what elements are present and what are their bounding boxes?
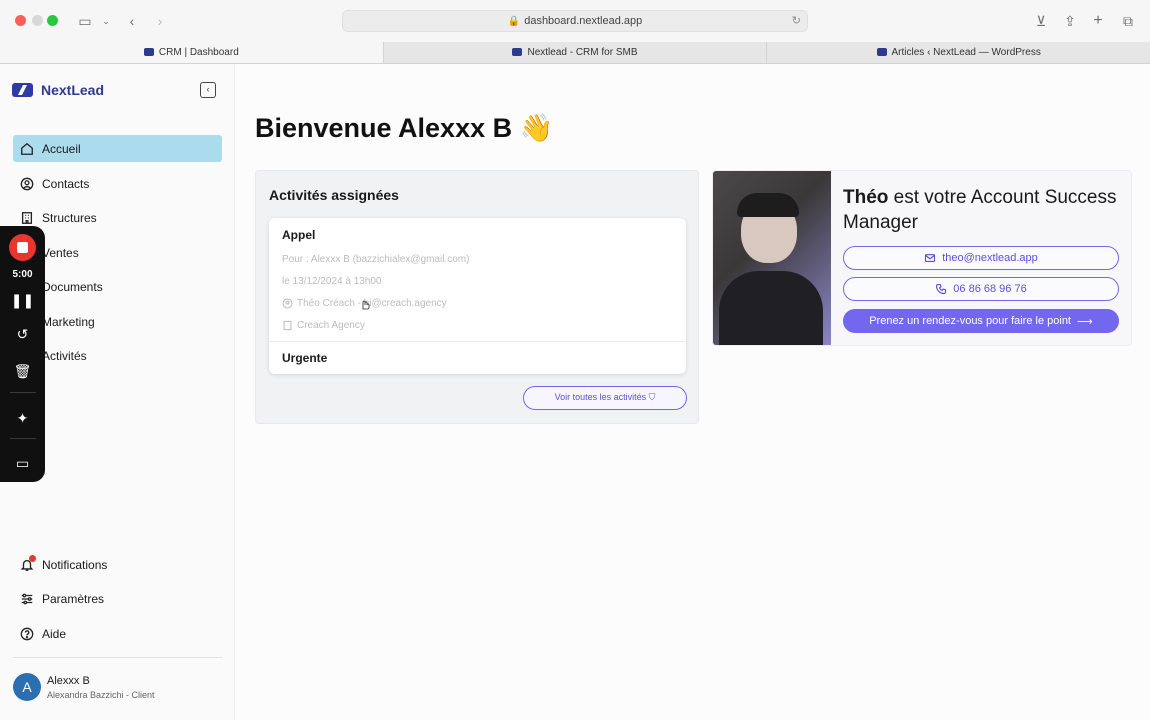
arrow-right-icon: ⟶ <box>1077 315 1093 328</box>
sidebar-item-notifications[interactable]: Notifications <box>13 551 222 578</box>
building-icon <box>283 320 292 331</box>
manager-name: Théo <box>843 187 889 208</box>
sidebar-item-accueil[interactable]: Accueil <box>13 135 222 162</box>
recording-timer: 5:00 <box>12 269 33 280</box>
favicon-icon <box>512 48 523 56</box>
card-title: Activités assignées <box>269 187 399 203</box>
sidebar-item-label: Paramètres <box>42 591 105 606</box>
effects-icon[interactable]: ✦ <box>0 410 45 427</box>
phone-icon <box>936 283 947 295</box>
sidebar-item-structures[interactable]: Structures <box>13 204 222 231</box>
avatar[interactable]: A <box>13 673 41 701</box>
building-icon <box>20 211 34 225</box>
sidebar-item-label: Documents <box>42 279 103 294</box>
camera-icon[interactable]: ▭ <box>0 455 45 472</box>
recorder-divider <box>10 392 36 393</box>
account-manager-card: Théo est votre Account Success Manager t… <box>712 170 1132 346</box>
user-circle-icon <box>20 177 34 191</box>
mail-icon <box>925 254 936 262</box>
page-title: Bienvenue Alexxx B 👋 <box>255 113 554 143</box>
tab-overview-icon[interactable]: ⧉ <box>1118 11 1138 31</box>
sidebar-item-contacts[interactable]: Contacts <box>13 170 222 197</box>
notification-badge <box>29 555 36 562</box>
manager-phone: 06 86 68 96 76 <box>953 283 1027 295</box>
sidebar-item-label: Accueil <box>42 141 81 156</box>
user-name[interactable]: Alexxx B <box>47 675 90 687</box>
address-bar[interactable]: 🔒 dashboard.nextlead.app ↻ <box>342 10 808 32</box>
manager-phone-button[interactable]: 06 86 68 96 76 <box>843 277 1119 301</box>
sidebar-item-label: Aide <box>42 626 67 641</box>
activity-company-text: Creach Agency <box>297 320 365 331</box>
photo-body-shape <box>719 271 823 345</box>
favicon-icon <box>143 48 154 56</box>
trash-icon[interactable]: 🗑 <box>0 363 45 380</box>
browser-tab-nextlead[interactable]: Nextlead - CRM for SMB <box>384 42 768 63</box>
button-label: Voir toutes les activités <box>554 392 647 402</box>
reload-icon[interactable]: ↻ <box>792 11 801 31</box>
nextlead-logo-icon <box>12 83 33 97</box>
tab-label: Articles ‹ NextLead — WordPress <box>891 47 1041 58</box>
sidebar-item-parametres[interactable]: Paramètres <box>13 585 222 612</box>
photo-cap-shape <box>737 193 799 217</box>
user-circle-icon <box>282 298 293 309</box>
browser-tab-wordpress[interactable]: Articles ‹ NextLead — WordPress <box>767 42 1150 63</box>
brand-name: NextLead <box>41 82 105 98</box>
sliders-icon <box>20 592 34 606</box>
activity-company[interactable]: Creach Agency <box>282 320 365 331</box>
sidebar-divider <box>13 657 222 658</box>
back-icon[interactable]: ‹ <box>122 11 142 31</box>
forward-icon[interactable]: › <box>150 11 170 31</box>
browser-tabbar: CRM | Dashboard Nextlead - CRM for SMB A… <box>0 42 1150 64</box>
sidebar-toggle-icon[interactable]: ▭ <box>75 11 95 31</box>
home-icon <box>20 142 34 156</box>
sidebar-item-label: Activités <box>42 348 87 363</box>
user-subtitle: Alexandra Bazzichi - Client <box>47 690 155 700</box>
sidebar-item-label: Notifications <box>42 557 108 572</box>
manager-heading: Théo est votre Account Success Manager <box>843 185 1123 235</box>
activity-priority[interactable]: Urgente <box>282 351 327 365</box>
button-label: Prenez un rendez-vous pour faire le poin… <box>869 315 1071 327</box>
tab-label: Nextlead - CRM for SMB <box>527 47 638 58</box>
download-icon[interactable]: ⊻ <box>1031 11 1051 31</box>
assigned-activities-card: Activités assignées Appel Pour : Alexxx … <box>255 170 699 424</box>
view-all-activities-button[interactable]: Voir toutes les activités ⛉ <box>523 386 687 410</box>
hand-cursor-icon <box>362 300 370 310</box>
share-icon[interactable]: ⇪ <box>1060 11 1080 31</box>
recorder-divider <box>10 438 36 439</box>
pause-icon[interactable]: ❚❚ <box>0 292 45 309</box>
new-tab-icon[interactable]: + <box>1088 11 1108 31</box>
sidebar-item-label: Marketing <box>42 314 95 329</box>
handshake-icon: ⛉ <box>648 392 656 402</box>
restart-icon[interactable]: ↺ <box>0 326 45 343</box>
browser-titlebar: ▭ ⌄ ‹ › 🔒 dashboard.nextlead.app ↻ ⊻ ⇪ + … <box>0 0 1150 42</box>
activity-divider <box>269 341 686 342</box>
maximize-window-button[interactable] <box>47 15 58 26</box>
close-window-button[interactable] <box>15 15 26 26</box>
screen-recorder-toolbar: 5:00 ❚❚ ↺ 🗑 ✦ ▭ <box>0 226 45 482</box>
activity-type[interactable]: Appel <box>282 228 315 242</box>
stop-recording-button[interactable] <box>9 234 36 261</box>
sidebar-item-aide[interactable]: Aide <box>13 620 222 647</box>
manager-email: theo@nextlead.app <box>942 252 1038 264</box>
tab-label: CRM | Dashboard <box>158 47 239 58</box>
sidebar-item-label: Contacts <box>42 176 90 191</box>
activity-for: Pour : Alexxx B (bazzichialex@gmail.com) <box>282 254 470 265</box>
book-meeting-button[interactable]: Prenez un rendez-vous pour faire le poin… <box>843 309 1119 333</box>
activity-list: Appel Pour : Alexxx B (bazzichialex@gmai… <box>269 218 686 374</box>
sidebar-item-label: Ventes <box>42 245 79 260</box>
sidebar-item-label: Structures <box>42 210 97 225</box>
minimize-window-button[interactable] <box>32 15 43 26</box>
lock-icon: 🔒 <box>507 16 521 27</box>
collapse-sidebar-button[interactable]: ‹ <box>200 82 216 98</box>
manager-photo <box>713 171 831 345</box>
url-text: dashboard.nextlead.app <box>524 15 643 27</box>
browser-tab-crm[interactable]: CRM | Dashboard <box>0 42 384 63</box>
activity-contact-text: Théo Créach - hi@creach.agency <box>297 298 447 309</box>
favicon-icon <box>876 48 887 56</box>
activity-date: le 13/12/2024 à 13h00 <box>282 276 382 287</box>
brand-logo[interactable]: NextLead <box>12 82 104 98</box>
help-icon <box>20 627 34 641</box>
chevron-down-icon[interactable]: ⌄ <box>96 11 116 31</box>
manager-email-button[interactable]: theo@nextlead.app <box>843 246 1119 270</box>
